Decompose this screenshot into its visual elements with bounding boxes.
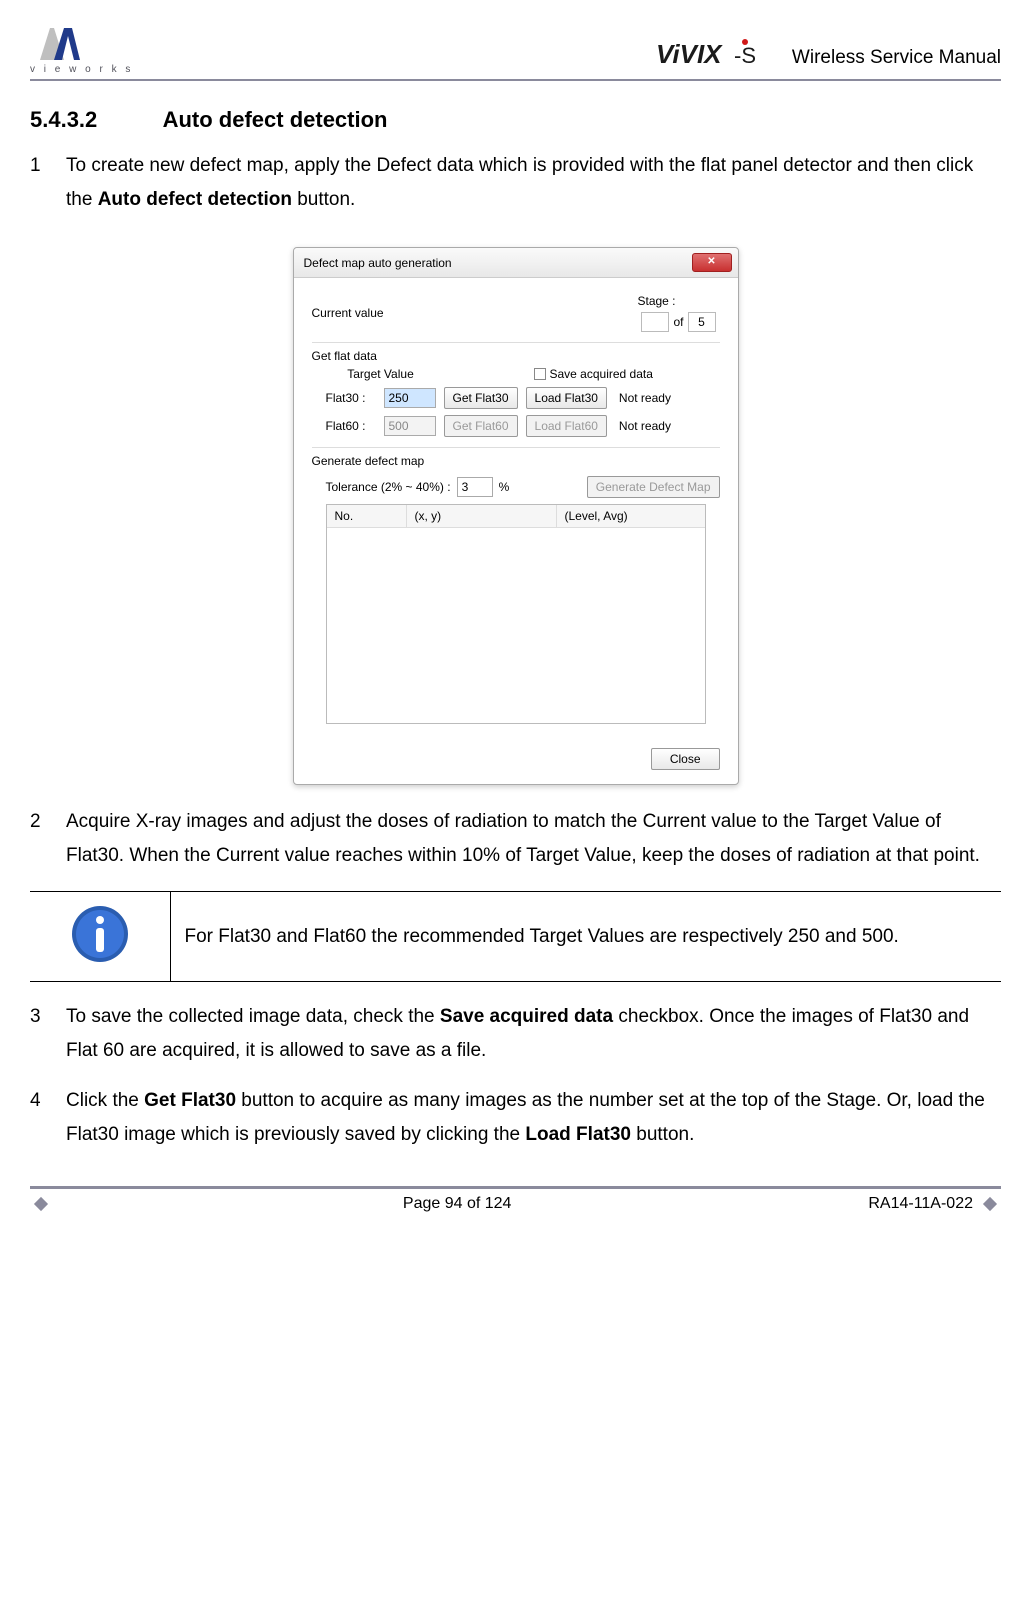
current-value-label: Current value [312, 306, 384, 320]
section-number: 5.4.3.2 [30, 107, 97, 132]
save-acquired-label: Save acquired data [550, 367, 653, 381]
step-4-text-c: button. [631, 1124, 694, 1145]
flat30-label: Flat30 : [326, 391, 376, 405]
close-button[interactable]: Close [651, 748, 720, 770]
tolerance-label: Tolerance (2% ~ 40%) : [326, 480, 451, 494]
page-header: v i e w o r k s ViVIX -S Wireless Servic… [30, 20, 1001, 81]
step-2-text: Acquire X-ray images and adjust the dose… [66, 805, 1001, 873]
dialog-title: Defect map auto generation [304, 256, 452, 270]
step-4-num: 4 [30, 1084, 66, 1152]
col-xy: (x, y) [407, 505, 557, 527]
load-flat30-button[interactable]: Load Flat30 [526, 387, 607, 409]
get-flat-label: Get flat data [312, 349, 720, 363]
section-heading: 5.4.3.2 Auto defect detection [30, 107, 1001, 133]
step-1: 1 To create new defect map, apply the De… [30, 149, 1001, 217]
flat60-label: Flat60 : [326, 419, 376, 433]
logo-left: v i e w o r k s [30, 20, 170, 75]
stage-current-box [641, 312, 669, 332]
step-1-text-b: button. [292, 189, 355, 210]
vieworks-logo-icon: v i e w o r k s [30, 20, 170, 75]
col-no: No. [327, 505, 407, 527]
dialog-titlebar[interactable]: Defect map auto generation ✕ [294, 248, 738, 278]
step-4: 4 Click the Get Flat30 button to acquire… [30, 1084, 1001, 1152]
info-text: For Flat30 and Flat60 the recommended Ta… [170, 892, 1001, 982]
step-2: 2 Acquire X-ray images and adjust the do… [30, 805, 1001, 873]
svg-text:-S: -S [734, 43, 756, 68]
step-4-bold-b: Load Flat30 [525, 1124, 631, 1145]
info-icon [68, 902, 132, 966]
svg-text:ViVIX: ViVIX [656, 39, 723, 69]
get-flat60-button: Get Flat60 [444, 415, 518, 437]
svg-text:v i e w o r k s: v i e w o r k s [30, 64, 133, 75]
get-flat30-button[interactable]: Get Flat30 [444, 387, 518, 409]
step-3-num: 3 [30, 1000, 66, 1068]
tolerance-input[interactable]: 3 [457, 477, 493, 497]
vivix-logo-icon: ViVIX -S [656, 35, 776, 75]
step-1-num: 1 [30, 149, 66, 217]
flat30-status: Not ready [619, 391, 671, 405]
footer-diamond-right-icon [983, 1197, 997, 1211]
generate-label: Generate defect map [312, 454, 720, 468]
step-1-bold: Auto defect detection [98, 189, 292, 210]
step-3-bold: Save acquired data [440, 1006, 613, 1027]
step-3-text-a: To save the collected image data, check … [66, 1006, 440, 1027]
doc-id: RA14-11A-022 [868, 1195, 973, 1213]
page-number: Page 94 of 124 [46, 1195, 868, 1213]
stage-of-word: of [673, 315, 683, 329]
info-note: For Flat30 and Flat60 the recommended Ta… [30, 891, 1001, 982]
save-acquired-checkbox[interactable] [534, 368, 546, 380]
step-4-bold-a: Get Flat30 [144, 1090, 236, 1111]
step-3: 3 To save the collected image data, chec… [30, 1000, 1001, 1068]
flat60-status: Not ready [619, 419, 671, 433]
load-flat60-button: Load Flat60 [526, 415, 607, 437]
header-title: Wireless Service Manual [792, 47, 1001, 69]
flat30-input[interactable]: 250 [384, 388, 436, 408]
step-4-text-a: Click the [66, 1090, 144, 1111]
page-footer: Page 94 of 124 RA14-11A-022 [30, 1189, 1001, 1227]
flat60-input: 500 [384, 416, 436, 436]
defect-map-dialog: Defect map auto generation ✕ Current val… [293, 247, 739, 785]
results-table: No. (x, y) (Level, Avg) [326, 504, 706, 724]
tolerance-unit: % [499, 480, 510, 494]
stage-total-box: 5 [688, 312, 716, 332]
dialog-close-button[interactable]: ✕ [692, 253, 732, 272]
section-title: Auto defect detection [163, 107, 388, 132]
step-2-num: 2 [30, 805, 66, 873]
stage-label: Stage : [637, 294, 675, 308]
col-level: (Level, Avg) [557, 505, 705, 527]
generate-defect-map-button: Generate Defect Map [587, 476, 720, 498]
target-value-header: Target Value [326, 367, 436, 381]
